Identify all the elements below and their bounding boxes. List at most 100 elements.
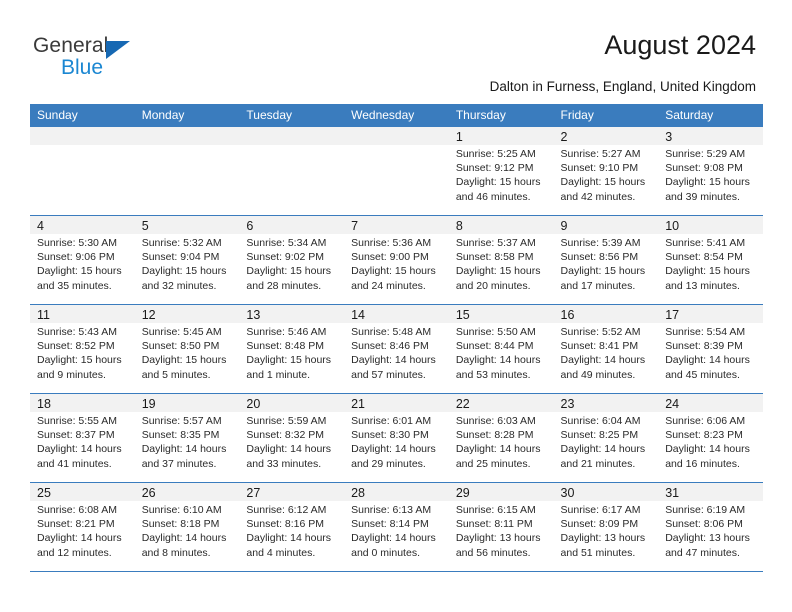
calendar-day-cell[interactable]: 28 Sunrise: 6:13 AM Sunset: 8:14 PM Dayligh… xyxy=(344,483,449,572)
calendar-day-cell[interactable]: 25 Sunrise: 6:08 AM Sunset: 8:21 PM Dayligh… xyxy=(30,483,135,572)
sunset-time: Sunset: 8:09 PM xyxy=(560,518,639,531)
day-cell-content: 23 Sunrise: 6:04 AM Sunset: 8:25 PM Dayligh… xyxy=(554,394,659,471)
day-cell-content xyxy=(135,127,240,130)
sunset-time: Sunset: 8:35 PM xyxy=(141,429,220,442)
calendar-day-cell[interactable]: 24 Sunrise: 6:06 AM Sunset: 8:23 PM Dayligh… xyxy=(658,394,763,483)
calendar-day-cell[interactable]: 1 Sunrise: 5:25 AM Sunset: 9:12 PM Daylight… xyxy=(448,127,554,216)
day-number: 31 xyxy=(665,486,680,500)
day-sun-info: Sunrise: 6:06 AM Sunset: 8:23 PM Daylight:… xyxy=(665,414,757,471)
day-cell-content: 16 Sunrise: 5:52 AM Sunset: 8:41 PM Dayligh… xyxy=(554,305,659,382)
day-sun-info: Sunrise: 5:32 AM Sunset: 9:04 PM Daylight:… xyxy=(142,236,234,293)
daylight-duration-line1: Daylight: 14 hours xyxy=(665,443,750,456)
day-number: 5 xyxy=(141,219,149,233)
daylight-duration-line2: and 29 minutes. xyxy=(351,457,426,470)
calendar-day-cell[interactable]: 8 Sunrise: 5:37 AM Sunset: 8:58 PM Daylight… xyxy=(448,216,554,305)
daylight-duration-line1: Daylight: 14 hours xyxy=(246,532,332,545)
day-cell-content: 11 Sunrise: 5:43 AM Sunset: 8:52 PM Dayligh… xyxy=(30,305,135,382)
sunset-time: Sunset: 8:28 PM xyxy=(455,429,534,442)
day-cell-content xyxy=(239,127,344,130)
sunrise-time: Sunrise: 5:36 AM xyxy=(351,237,432,249)
calendar-day-cell[interactable]: 27 Sunrise: 6:12 AM Sunset: 8:16 PM Dayligh… xyxy=(239,483,345,572)
calendar-day-cell[interactable]: 16 Sunrise: 5:52 AM Sunset: 8:41 PM Dayligh… xyxy=(553,305,659,394)
sunrise-time: Sunrise: 5:54 AM xyxy=(665,326,746,338)
calendar-day-cell[interactable]: 9 Sunrise: 5:39 AM Sunset: 8:56 PM Daylight… xyxy=(553,216,659,305)
calendar-day-cell[interactable]: 14 Sunrise: 5:48 AM Sunset: 8:46 PM Dayligh… xyxy=(344,305,449,394)
day-sun-info: Sunrise: 5:39 AM Sunset: 8:56 PM Daylight:… xyxy=(561,236,653,293)
calendar-day-cell[interactable]: 21 Sunrise: 6:01 AM Sunset: 8:30 PM Dayligh… xyxy=(344,394,449,483)
calendar-day-cell[interactable]: 19 Sunrise: 5:57 AM Sunset: 8:35 PM Dayligh… xyxy=(134,394,240,483)
day-cell-content: 26 Sunrise: 6:10 AM Sunset: 8:18 PM Dayligh… xyxy=(135,483,240,560)
day-cell-content: 19 Sunrise: 5:57 AM Sunset: 8:35 PM Dayligh… xyxy=(135,394,240,471)
day-sun-info: Sunrise: 6:15 AM Sunset: 8:11 PM Daylight:… xyxy=(456,503,548,560)
page-header: General Blue August 2024 Dalton in Furne… xyxy=(0,0,792,98)
sunset-time: Sunset: 8:30 PM xyxy=(351,429,429,442)
calendar-day-cell[interactable]: 31 Sunrise: 6:19 AM Sunset: 8:06 PM Dayligh… xyxy=(658,483,763,572)
sunset-time: Sunset: 9:00 PM xyxy=(351,251,429,264)
daylight-duration-line2: and 46 minutes. xyxy=(455,190,531,203)
sunset-time: Sunset: 8:18 PM xyxy=(141,518,220,531)
daylight-duration-line2: and 47 minutes. xyxy=(665,546,740,559)
calendar-day-cell[interactable]: 2 Sunrise: 5:27 AM Sunset: 9:10 PM Daylight… xyxy=(553,127,659,216)
day-number: 24 xyxy=(665,397,680,411)
day-cell-content xyxy=(344,127,449,130)
sunset-time: Sunset: 8:37 PM xyxy=(37,429,115,442)
sunrise-time: Sunrise: 6:08 AM xyxy=(37,504,117,516)
day-cell-content: 9 Sunrise: 5:39 AM Sunset: 8:56 PM Daylight… xyxy=(554,216,659,293)
day-sun-info: Sunrise: 5:36 AM Sunset: 9:00 PM Daylight:… xyxy=(351,236,443,293)
day-number: 7 xyxy=(351,219,359,233)
calendar-day-cell[interactable]: 18 Sunrise: 5:55 AM Sunset: 8:37 PM Dayligh… xyxy=(30,394,135,483)
calendar-day-cell[interactable]: 12 Sunrise: 5:45 AM Sunset: 8:50 PM Dayligh… xyxy=(134,305,240,394)
calendar-day-cell[interactable]: 15 Sunrise: 5:50 AM Sunset: 8:44 PM Dayligh… xyxy=(448,305,554,394)
daylight-duration-line2: and 41 minutes. xyxy=(37,457,112,470)
calendar-day-cell[interactable]: 10 Sunrise: 5:41 AM Sunset: 8:54 PM Dayligh… xyxy=(658,216,763,305)
weekday-header-wednesday: Wednesday xyxy=(344,104,449,127)
daylight-duration-line1: Daylight: 13 hours xyxy=(455,532,541,545)
daylight-duration-line1: Daylight: 15 hours xyxy=(37,265,122,278)
day-cell-content: 20 Sunrise: 5:59 AM Sunset: 8:32 PM Dayligh… xyxy=(239,394,344,471)
sunrise-time: Sunrise: 5:30 AM xyxy=(37,237,117,249)
calendar-day-cell[interactable]: 6 Sunrise: 5:34 AM Sunset: 9:02 PM Daylight… xyxy=(239,216,345,305)
sunset-time: Sunset: 8:21 PM xyxy=(37,518,115,531)
sunrise-time: Sunrise: 5:55 AM xyxy=(37,415,117,427)
sunset-time: Sunset: 8:48 PM xyxy=(246,340,325,353)
calendar-day-cell[interactable]: 30 Sunrise: 6:17 AM Sunset: 8:09 PM Dayligh… xyxy=(553,483,659,572)
calendar-day-cell[interactable]: 22 Sunrise: 6:03 AM Sunset: 8:28 PM Dayligh… xyxy=(448,394,554,483)
sunrise-time: Sunrise: 5:29 AM xyxy=(665,148,746,160)
sunset-time: Sunset: 8:56 PM xyxy=(560,251,639,264)
calendar-day-cell[interactable]: 29 Sunrise: 6:15 AM Sunset: 8:11 PM Dayligh… xyxy=(448,483,554,572)
day-number: 14 xyxy=(351,308,366,322)
calendar-day-cell[interactable]: 7 Sunrise: 5:36 AM Sunset: 9:00 PM Daylight… xyxy=(344,216,449,305)
daylight-duration-line1: Daylight: 15 hours xyxy=(455,176,541,189)
calendar-day-cell[interactable]: 26 Sunrise: 6:10 AM Sunset: 8:18 PM Dayligh… xyxy=(134,483,240,572)
daylight-duration-line2: and 51 minutes. xyxy=(560,546,636,559)
sunrise-time: Sunrise: 5:27 AM xyxy=(560,148,641,160)
calendar-day-cell[interactable]: 20 Sunrise: 5:59 AM Sunset: 8:32 PM Dayligh… xyxy=(239,394,345,483)
weekday-header-thursday: Thursday xyxy=(448,104,554,127)
day-sun-info: Sunrise: 5:57 AM Sunset: 8:35 PM Daylight:… xyxy=(142,414,234,471)
daylight-duration-line1: Daylight: 14 hours xyxy=(560,443,646,456)
calendar-week-row: 4 Sunrise: 5:30 AM Sunset: 9:06 PM Daylight… xyxy=(30,216,763,305)
day-cell-content: 2 Sunrise: 5:27 AM Sunset: 9:10 PM Daylight… xyxy=(554,127,659,204)
daylight-duration-line1: Daylight: 14 hours xyxy=(351,443,436,456)
day-number: 15 xyxy=(455,308,470,322)
calendar-day-cell[interactable]: 5 Sunrise: 5:32 AM Sunset: 9:04 PM Daylight… xyxy=(134,216,240,305)
daylight-duration-line2: and 53 minutes. xyxy=(455,368,531,381)
daylight-duration-line1: Daylight: 15 hours xyxy=(665,176,750,189)
sunrise-time: Sunrise: 5:32 AM xyxy=(141,237,222,249)
sunset-time: Sunset: 9:06 PM xyxy=(37,251,115,264)
page-subtitle: Dalton in Furness, England, United Kingd… xyxy=(489,79,756,94)
calendar-day-cell[interactable]: 11 Sunrise: 5:43 AM Sunset: 8:52 PM Dayligh… xyxy=(30,305,135,394)
day-sun-info: Sunrise: 6:03 AM Sunset: 8:28 PM Daylight:… xyxy=(456,414,548,471)
calendar-day-cell[interactable]: 17 Sunrise: 5:54 AM Sunset: 8:39 PM Dayligh… xyxy=(658,305,763,394)
calendar-day-cell[interactable]: 23 Sunrise: 6:04 AM Sunset: 8:25 PM Dayligh… xyxy=(553,394,659,483)
daylight-duration-line2: and 12 minutes. xyxy=(37,546,112,559)
calendar-day-cell[interactable]: 3 Sunrise: 5:29 AM Sunset: 9:08 PM Daylight… xyxy=(658,127,763,216)
calendar-day-cell[interactable]: 13 Sunrise: 5:46 AM Sunset: 8:48 PM Dayligh… xyxy=(239,305,345,394)
calendar-day-cell[interactable]: 4 Sunrise: 5:30 AM Sunset: 9:06 PM Daylight… xyxy=(30,216,135,305)
day-sun-info: Sunrise: 5:45 AM Sunset: 8:50 PM Daylight:… xyxy=(142,325,234,382)
day-number: 8 xyxy=(455,219,463,233)
sunset-time: Sunset: 8:39 PM xyxy=(665,340,743,353)
day-cell-content: 12 Sunrise: 5:45 AM Sunset: 8:50 PM Dayligh… xyxy=(135,305,240,382)
day-number: 6 xyxy=(246,219,254,233)
daylight-duration-line2: and 32 minutes. xyxy=(141,279,217,292)
